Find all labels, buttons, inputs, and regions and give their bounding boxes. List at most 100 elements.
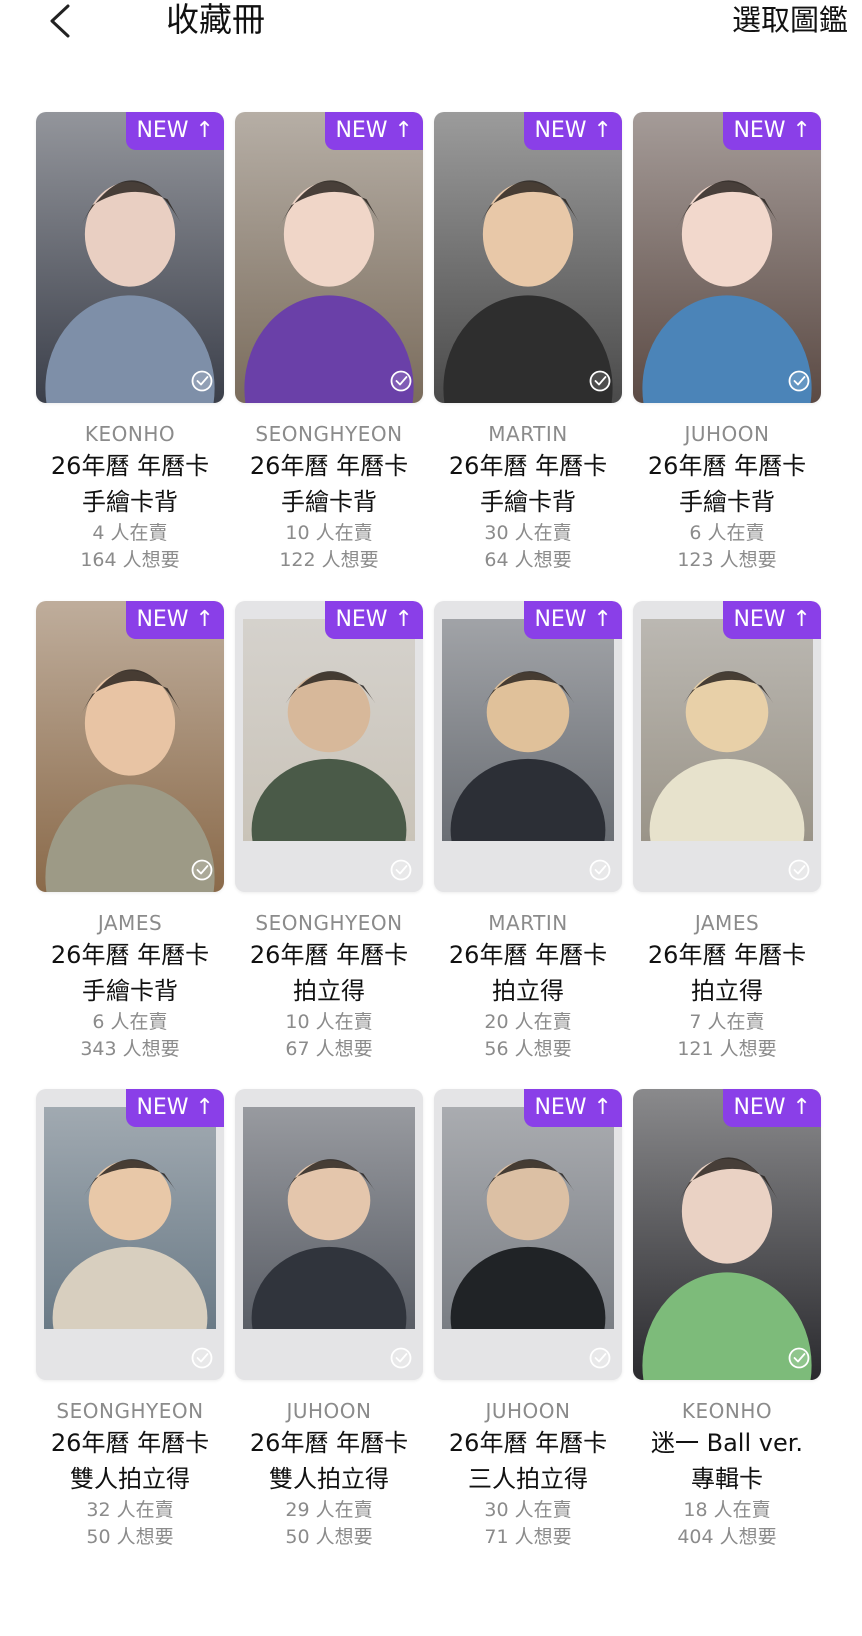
card-item: NEW ↑ KEONHO 迷一 Ball ver. 專輯卡 18 人在賣 404… xyxy=(633,1089,839,1589)
card-title-line2: 手繪卡背 xyxy=(281,488,377,516)
select-check-icon[interactable] xyxy=(588,1346,612,1370)
select-check-icon[interactable] xyxy=(190,369,214,393)
card-title-line1: 26年曆 年曆卡 xyxy=(50,1429,210,1457)
card-item: NEW ↑ MARTIN 26年曆 年曆卡 拍立得 20 人在賣 56 人想要 xyxy=(434,601,640,1101)
card-image-button[interactable]: NEW ↑ xyxy=(633,1089,821,1380)
new-badge: NEW ↑ xyxy=(126,601,224,639)
wanting-count: 121 人想要 xyxy=(677,1038,777,1060)
card-image-button[interactable]: NEW ↑ xyxy=(36,112,224,403)
card-info: JUHOON 26年曆 年曆卡 雙人拍立得 29 人在賣 50 人想要 xyxy=(235,1397,423,1551)
select-check-icon[interactable] xyxy=(787,369,811,393)
card-photo xyxy=(235,112,423,403)
card-image-button[interactable] xyxy=(235,1089,423,1380)
select-check-icon[interactable] xyxy=(389,858,413,882)
card-title-line1: 26年曆 年曆卡 xyxy=(448,1429,608,1457)
card-photo xyxy=(243,619,415,841)
card-image-button[interactable]: NEW ↑ xyxy=(434,1089,622,1380)
card-item: JUHOON 26年曆 年曆卡 雙人拍立得 29 人在賣 50 人想要 xyxy=(235,1089,441,1589)
member-name: JAMES xyxy=(694,911,760,935)
card-image-button[interactable]: NEW ↑ xyxy=(235,112,423,403)
select-check-icon[interactable] xyxy=(389,369,413,393)
card-title-line2: 手繪卡背 xyxy=(82,977,178,1005)
member-name: SEONGHYEON xyxy=(255,422,403,446)
card-item: NEW ↑ JAMES 26年曆 年曆卡 手繪卡背 6 人在賣 343 人想要 xyxy=(36,601,242,1101)
card-image-button[interactable]: NEW ↑ xyxy=(434,112,622,403)
card-title-line2: 拍立得 xyxy=(492,977,564,1005)
wanting-count: 67 人想要 xyxy=(285,1038,373,1060)
selling-count: 32 人在賣 xyxy=(86,1499,174,1521)
card-item: NEW ↑ MARTIN 26年曆 年曆卡 手繪卡背 30 人在賣 64 人想要 xyxy=(434,112,640,612)
card-title-line1: 26年曆 年曆卡 xyxy=(50,452,210,480)
select-check-icon[interactable] xyxy=(787,1346,811,1370)
card-title-line2: 手繪卡背 xyxy=(82,488,178,516)
card-image-button[interactable]: NEW ↑ xyxy=(434,601,622,892)
new-badge: NEW ↑ xyxy=(325,112,423,150)
new-badge: NEW ↑ xyxy=(723,601,821,639)
member-name: SEONGHYEON xyxy=(56,1399,204,1423)
card-image-button[interactable]: NEW ↑ xyxy=(235,601,423,892)
wanting-count: 50 人想要 xyxy=(86,1526,174,1548)
card-info: SEONGHYEON 26年曆 年曆卡 拍立得 10 人在賣 67 人想要 xyxy=(235,909,423,1063)
card-photo xyxy=(44,1107,216,1329)
selling-count: 10 人在賣 xyxy=(285,522,373,544)
selling-count: 30 人在賣 xyxy=(484,522,572,544)
new-badge: NEW ↑ xyxy=(126,112,224,150)
card-info: SEONGHYEON 26年曆 年曆卡 雙人拍立得 32 人在賣 50 人想要 xyxy=(36,1397,224,1551)
new-badge: NEW ↑ xyxy=(524,112,622,150)
select-check-icon[interactable] xyxy=(588,369,612,393)
card-item: NEW ↑ SEONGHYEON 26年曆 年曆卡 手繪卡背 10 人在賣 12… xyxy=(235,112,441,612)
select-check-icon[interactable] xyxy=(389,1346,413,1370)
select-check-icon[interactable] xyxy=(190,858,214,882)
select-check-icon[interactable] xyxy=(787,858,811,882)
new-badge: NEW ↑ xyxy=(723,112,821,150)
wanting-count: 122 人想要 xyxy=(279,549,379,571)
card-photo xyxy=(633,112,821,403)
card-info: KEONHO 迷一 Ball ver. 專輯卡 18 人在賣 404 人想要 xyxy=(633,1397,821,1551)
card-title-line2: 專輯卡 xyxy=(691,1465,763,1493)
wanting-count: 404 人想要 xyxy=(677,1526,777,1548)
member-name: JUHOON xyxy=(684,422,770,446)
card-image-button[interactable]: NEW ↑ xyxy=(36,601,224,892)
wanting-count: 71 人想要 xyxy=(484,1526,572,1548)
wanting-count: 123 人想要 xyxy=(677,549,777,571)
card-item: NEW ↑ SEONGHYEON 26年曆 年曆卡 拍立得 10 人在賣 67 … xyxy=(235,601,441,1101)
card-info: JUHOON 26年曆 年曆卡 三人拍立得 30 人在賣 71 人想要 xyxy=(434,1397,622,1551)
member-name: JUHOON xyxy=(485,1399,571,1423)
card-title-line1: 26年曆 年曆卡 xyxy=(448,941,608,969)
card-photo xyxy=(243,1107,415,1329)
card-title-line1: 26年曆 年曆卡 xyxy=(448,452,608,480)
selling-count: 29 人在賣 xyxy=(285,1499,373,1521)
card-info: MARTIN 26年曆 年曆卡 手繪卡背 30 人在賣 64 人想要 xyxy=(434,420,622,574)
card-image-button[interactable]: NEW ↑ xyxy=(36,1089,224,1380)
wanting-count: 164 人想要 xyxy=(80,549,180,571)
card-title-line2: 手繪卡背 xyxy=(679,488,775,516)
card-title-line1: 26年曆 年曆卡 xyxy=(249,941,409,969)
selling-count: 6 人在賣 xyxy=(92,1011,168,1033)
wanting-count: 50 人想要 xyxy=(285,1526,373,1548)
card-photo xyxy=(641,619,813,841)
selling-count: 30 人在賣 xyxy=(484,1499,572,1521)
card-photo xyxy=(36,601,224,892)
card-grid: NEW ↑ KEONHO 26年曆 年曆卡 手繪卡背 4 人在賣 164 人想要… xyxy=(0,0,862,1636)
card-photo xyxy=(36,112,224,403)
selling-count: 6 人在賣 xyxy=(689,522,765,544)
selling-count: 4 人在賣 xyxy=(92,522,168,544)
card-title-line1: 26年曆 年曆卡 xyxy=(249,452,409,480)
select-check-icon[interactable] xyxy=(588,858,612,882)
card-title-line2: 雙人拍立得 xyxy=(70,1465,190,1493)
card-info: JAMES 26年曆 年曆卡 拍立得 7 人在賣 121 人想要 xyxy=(633,909,821,1063)
selling-count: 10 人在賣 xyxy=(285,1011,373,1033)
card-image-button[interactable]: NEW ↑ xyxy=(633,112,821,403)
selling-count: 20 人在賣 xyxy=(484,1011,572,1033)
member-name: SEONGHYEON xyxy=(255,911,403,935)
card-image-button[interactable]: NEW ↑ xyxy=(633,601,821,892)
card-info: JUHOON 26年曆 年曆卡 手繪卡背 6 人在賣 123 人想要 xyxy=(633,420,821,574)
card-item: NEW ↑ JUHOON 26年曆 年曆卡 三人拍立得 30 人在賣 71 人想… xyxy=(434,1089,640,1589)
member-name: JAMES xyxy=(97,911,163,935)
card-photo xyxy=(633,1089,821,1380)
card-info: SEONGHYEON 26年曆 年曆卡 手繪卡背 10 人在賣 122 人想要 xyxy=(235,420,423,574)
member-name: MARTIN xyxy=(488,422,568,446)
selling-count: 7 人在賣 xyxy=(689,1011,765,1033)
select-check-icon[interactable] xyxy=(190,1346,214,1370)
card-info: MARTIN 26年曆 年曆卡 拍立得 20 人在賣 56 人想要 xyxy=(434,909,622,1063)
